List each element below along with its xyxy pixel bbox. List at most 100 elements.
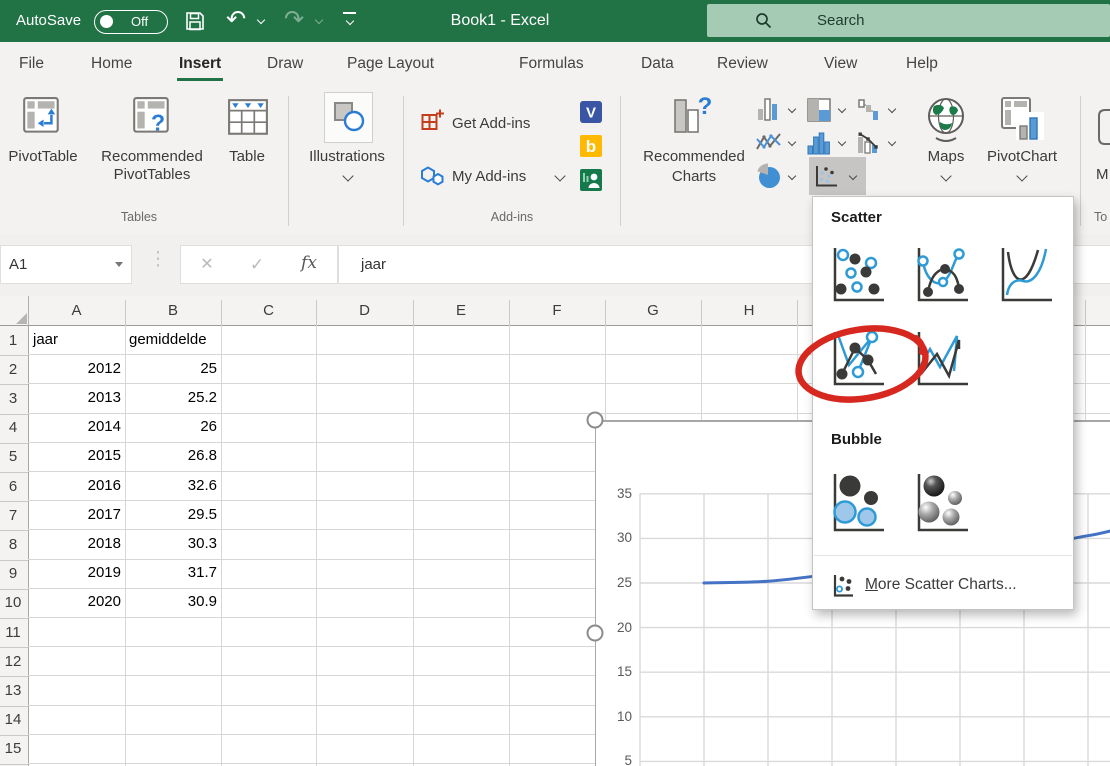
autosave-toggle[interactable]: Off xyxy=(94,10,168,34)
my-addins-button[interactable] xyxy=(418,162,446,195)
row-header-3[interactable]: 3 xyxy=(0,387,26,411)
select-all-corner[interactable] xyxy=(0,296,29,326)
cell-B6[interactable]: 32.6 xyxy=(127,475,217,497)
search-box[interactable]: Search xyxy=(707,4,1110,37)
menu-item-bubble-3d[interactable] xyxy=(911,469,973,539)
cell-A4[interactable]: 2014 xyxy=(30,416,121,438)
table-button[interactable] xyxy=(227,97,269,144)
menu-item-more-scatter-charts[interactable]: More Scatter Charts... xyxy=(813,563,1073,607)
cell-A2[interactable]: 2012 xyxy=(30,358,121,380)
column-header-A[interactable]: A xyxy=(37,299,117,323)
customize-qat-chevron-icon[interactable] xyxy=(346,17,354,25)
insert-waterfall-chart-icon[interactable] xyxy=(856,97,882,123)
menu-item-scatter[interactable] xyxy=(827,243,889,309)
tab-data[interactable]: Data xyxy=(637,44,678,86)
insert-histogram-chart-icon[interactable] xyxy=(806,130,832,156)
waterfall-chart-chevron-icon[interactable] xyxy=(888,105,896,113)
row-header-11[interactable]: 11 xyxy=(0,621,26,645)
tab-insert[interactable]: Insert xyxy=(175,44,225,86)
cell-B10[interactable]: 30.9 xyxy=(127,591,217,613)
column-header-C[interactable]: C xyxy=(229,299,309,323)
menu-item-scatter-straight-markers[interactable] xyxy=(827,327,889,393)
pivotchart-button[interactable] xyxy=(1000,94,1046,149)
column-header-H[interactable]: H xyxy=(709,299,789,323)
maps-button[interactable] xyxy=(924,95,970,148)
column-header-G[interactable]: G xyxy=(613,299,693,323)
area-chart-chevron-icon[interactable] xyxy=(838,105,846,113)
cell-B7[interactable]: 29.5 xyxy=(127,504,217,526)
row-header-5[interactable]: 5 xyxy=(0,445,26,469)
row-header-14[interactable]: 14 xyxy=(0,708,26,732)
cell-A8[interactable]: 2018 xyxy=(30,533,121,555)
menu-item-scatter-smooth[interactable] xyxy=(995,243,1057,309)
get-addins-button[interactable] xyxy=(420,108,445,138)
cell-A1[interactable]: jaar xyxy=(33,329,58,351)
people-graph-addin-icon[interactable] xyxy=(579,168,603,192)
row-header-15[interactable]: 15 xyxy=(0,737,26,761)
recommended-charts-button[interactable]: ? xyxy=(671,94,715,145)
cell-B3[interactable]: 25.2 xyxy=(127,387,217,409)
cell-A9[interactable]: 2019 xyxy=(30,562,121,584)
cell-A3[interactable]: 2013 xyxy=(30,387,121,409)
customize-qat-icon[interactable] xyxy=(343,12,356,14)
cell-A5[interactable]: 2015 xyxy=(30,445,121,467)
insert-combo-chart-icon[interactable] xyxy=(856,130,882,156)
row-header-13[interactable]: 13 xyxy=(0,679,26,703)
illustrations-button[interactable] xyxy=(324,92,373,143)
column-header-D[interactable]: D xyxy=(325,299,405,323)
threed-map-partial-icon[interactable] xyxy=(1096,106,1110,150)
column-header-B[interactable]: B xyxy=(133,299,213,323)
row-header-2[interactable]: 2 xyxy=(0,358,26,382)
row-header-10[interactable]: 10 xyxy=(0,591,26,615)
insert-line-chart-icon[interactable] xyxy=(756,130,782,156)
cell-B5[interactable]: 26.8 xyxy=(127,445,217,467)
recommended-pivottables-button[interactable]: ? xyxy=(131,96,173,145)
insert-pie-chart-icon[interactable] xyxy=(755,162,783,190)
column-header-F[interactable]: F xyxy=(517,299,597,323)
insert-function-icon[interactable]: fx xyxy=(295,246,323,283)
name-box[interactable]: A1 xyxy=(0,245,132,284)
row-header-8[interactable]: 8 xyxy=(0,533,26,557)
pie-chart-chevron-icon[interactable] xyxy=(788,172,796,180)
tab-draw[interactable]: Draw xyxy=(263,44,307,86)
menu-item-scatter-smooth-markers[interactable] xyxy=(911,243,973,309)
row-header-6[interactable]: 6 xyxy=(0,475,26,499)
row-header-4[interactable]: 4 xyxy=(0,416,26,440)
cell-B4[interactable]: 26 xyxy=(127,416,217,438)
undo-chevron-icon[interactable] xyxy=(257,16,265,24)
row-header-9[interactable]: 9 xyxy=(0,562,26,586)
menu-item-scatter-straight[interactable] xyxy=(911,327,973,393)
tab-page-layout[interactable]: Page Layout xyxy=(343,44,438,86)
combo-chart-chevron-icon[interactable] xyxy=(888,138,896,146)
tab-review[interactable]: Review xyxy=(713,44,772,86)
cell-B8[interactable]: 30.3 xyxy=(127,533,217,555)
save-icon[interactable] xyxy=(184,10,206,32)
cell-A6[interactable]: 2016 xyxy=(30,475,121,497)
tab-home[interactable]: Home xyxy=(87,44,136,86)
insert-area-chart-icon[interactable] xyxy=(806,97,832,123)
row-header-1[interactable]: 1 xyxy=(0,329,26,353)
tab-help[interactable]: Help xyxy=(902,44,942,86)
menu-item-bubble[interactable] xyxy=(827,469,889,539)
cell-B9[interactable]: 31.7 xyxy=(127,562,217,584)
bing-maps-addin-icon[interactable]: b xyxy=(579,134,603,158)
cell-A7[interactable]: 2017 xyxy=(30,504,121,526)
column-chart-chevron-icon[interactable] xyxy=(788,105,796,113)
cell-B2[interactable]: 25 xyxy=(127,358,217,380)
tab-view[interactable]: View xyxy=(820,44,861,86)
row-header-7[interactable]: 7 xyxy=(0,504,26,528)
formula-bar-divider-dots-icon[interactable]: ⋮ xyxy=(148,248,168,271)
column-header-E[interactable]: E xyxy=(421,299,501,323)
name-box-dropdown-icon[interactable] xyxy=(115,262,123,267)
visio-addin-icon[interactable]: V xyxy=(579,100,603,124)
insert-column-chart-icon[interactable] xyxy=(756,97,782,123)
histogram-chart-chevron-icon[interactable] xyxy=(838,138,846,146)
line-chart-chevron-icon[interactable] xyxy=(788,138,796,146)
chart-resize-handle-midleft[interactable] xyxy=(587,625,604,642)
insert-scatter-button-pressed[interactable] xyxy=(809,157,866,195)
cell-A10[interactable]: 2020 xyxy=(30,591,121,613)
row-header-12[interactable]: 12 xyxy=(0,650,26,674)
tab-file[interactable]: File xyxy=(15,44,48,86)
tab-formulas[interactable]: Formulas xyxy=(515,44,588,86)
chart-resize-handle-topleft[interactable] xyxy=(587,412,604,429)
